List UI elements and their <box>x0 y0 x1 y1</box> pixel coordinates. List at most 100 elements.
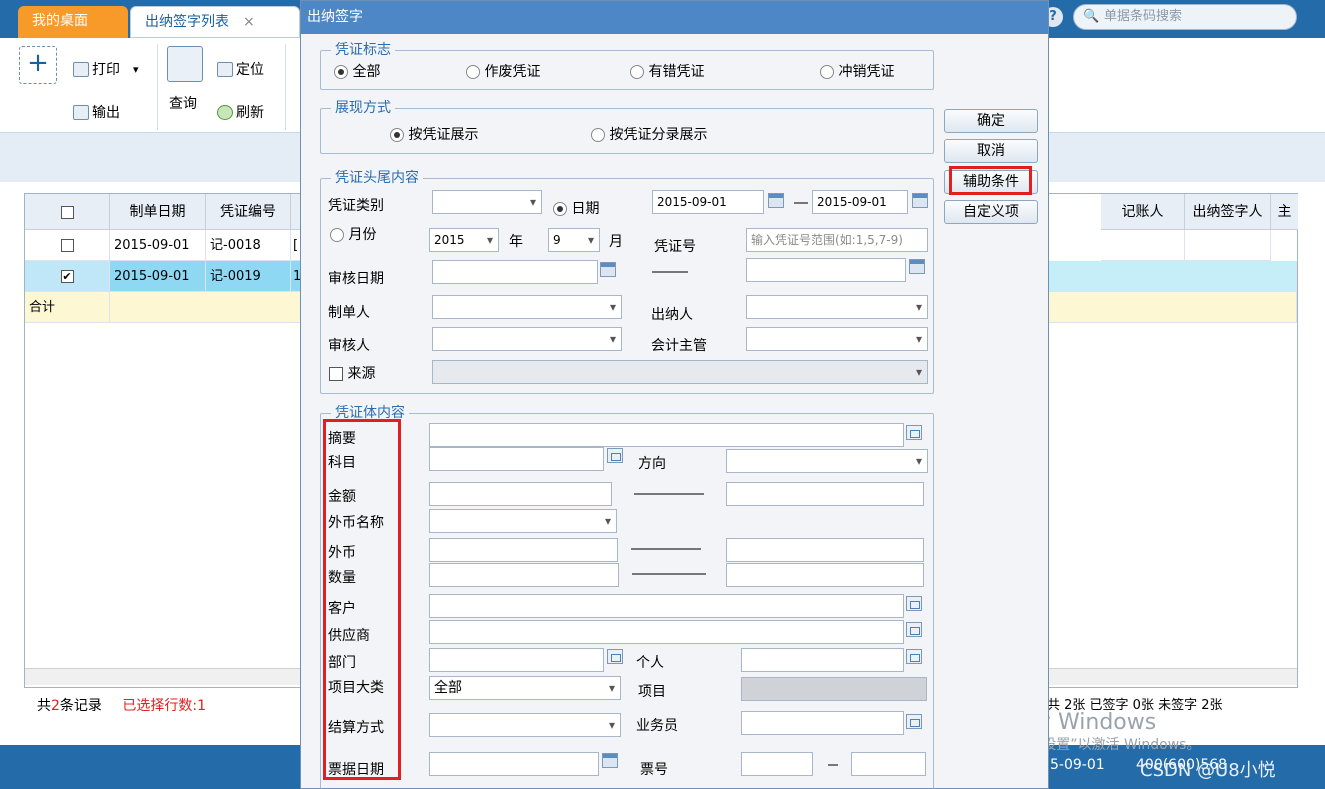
chevron-down-icon[interactable]: ▾ <box>133 63 139 76</box>
year-select[interactable]: 2015 <box>429 228 499 252</box>
table-cell[interactable]: 2015-09-01 <box>110 230 206 261</box>
checkbox-icon[interactable] <box>329 367 343 381</box>
calendar-icon[interactable] <box>768 193 784 208</box>
person-input[interactable] <box>741 648 904 672</box>
calendar-icon[interactable] <box>600 262 616 277</box>
subject-input[interactable] <box>429 447 604 471</box>
bill-date-input[interactable] <box>429 752 599 776</box>
dept-input[interactable] <box>429 648 604 672</box>
output-button[interactable]: 输出 <box>73 102 120 122</box>
table-cell[interactable] <box>1047 261 1297 292</box>
radio-icon[interactable] <box>553 202 567 216</box>
cashier-label: 出纳人 <box>651 307 693 323</box>
search-input[interactable]: 🔍 单据条码搜索 <box>1073 4 1297 30</box>
radio-icon[interactable] <box>591 128 605 142</box>
currency-name-select[interactable] <box>429 509 617 533</box>
foreign-from[interactable] <box>429 538 618 562</box>
tab-cashier-sign-list[interactable]: 出纳签字列表 × <box>130 6 300 38</box>
radio-icon[interactable] <box>330 228 344 242</box>
refresh-button[interactable]: 刷新 <box>217 102 264 122</box>
direction-label: 方向 <box>638 456 666 472</box>
column-header[interactable]: 主 <box>1271 194 1298 230</box>
column-header[interactable]: 记账人 <box>1101 194 1185 230</box>
voucher-no-input[interactable]: 输入凭证号范围(如:1,5,7-9) <box>746 228 928 252</box>
amount-from[interactable] <box>429 482 612 506</box>
amount-to[interactable] <box>726 482 924 506</box>
custom-item-button[interactable]: 自定义项 <box>944 200 1038 224</box>
table-cell[interactable] <box>1185 230 1271 261</box>
maker-select[interactable] <box>432 295 622 319</box>
radio-month[interactable]: 月份 <box>330 224 376 244</box>
salesman-input[interactable] <box>741 711 904 735</box>
date-from-input[interactable]: 2015-09-01 <box>652 190 764 214</box>
radio-icon[interactable] <box>630 65 644 79</box>
reference-icon[interactable] <box>906 649 922 664</box>
radio-by-entry[interactable]: 按凭证分录展示 <box>591 124 707 144</box>
audit-date-from[interactable] <box>432 260 598 284</box>
cashier-select[interactable] <box>746 295 928 319</box>
reference-icon[interactable] <box>906 425 922 440</box>
quantity-from[interactable] <box>429 563 619 587</box>
radio-error[interactable]: 有错凭证 <box>630 61 704 81</box>
locate-button[interactable]: 定位 <box>217 59 264 79</box>
calendar-icon[interactable] <box>909 259 925 274</box>
radio-icon[interactable] <box>390 128 404 142</box>
radio-reversal[interactable]: 冲销凭证 <box>820 61 894 81</box>
quantity-to[interactable] <box>726 563 924 587</box>
month-select[interactable]: 9 <box>548 228 600 252</box>
reference-icon[interactable] <box>906 622 922 637</box>
table-cell[interactable]: 2015-09-01 <box>110 261 206 292</box>
summary-input[interactable] <box>429 423 904 447</box>
table-cell[interactable]: 记-0019 <box>206 261 291 292</box>
query-icon[interactable] <box>167 46 203 82</box>
radio-icon[interactable] <box>466 65 480 79</box>
radio-icon[interactable] <box>820 65 834 79</box>
header-select-all[interactable] <box>25 194 110 230</box>
print-button[interactable]: 打印 ▾ <box>73 59 139 79</box>
ok-button[interactable]: 确定 <box>944 109 1038 133</box>
supplier-input[interactable] <box>429 620 904 644</box>
add-button[interactable]: + <box>19 46 57 84</box>
close-icon[interactable]: × <box>243 14 255 30</box>
cancel-button[interactable]: 取消 <box>944 139 1038 163</box>
customer-input[interactable] <box>429 594 904 618</box>
radio-label: 按凭证展示 <box>408 127 479 143</box>
source-checkbox[interactable]: 来源 <box>329 363 375 383</box>
radio-all[interactable]: 全部 <box>334 61 380 81</box>
column-header[interactable]: 凭证编号 <box>206 194 291 230</box>
bill-no-from[interactable] <box>741 752 813 776</box>
column-header[interactable]: 制单日期 <box>110 194 206 230</box>
tab-my-desktop[interactable]: 我的桌面 <box>18 6 128 38</box>
calendar-icon[interactable] <box>912 193 928 208</box>
table-cell[interactable] <box>1101 230 1185 261</box>
foreign-to[interactable] <box>726 538 924 562</box>
query-label[interactable]: 查询 <box>169 93 197 113</box>
toolbar-divider <box>157 44 158 130</box>
project-class-select[interactable]: 全部 <box>429 676 621 700</box>
reference-icon[interactable] <box>607 649 623 664</box>
column-header[interactable]: 出纳签字人 <box>1185 194 1271 230</box>
audit-date-to[interactable] <box>746 258 906 282</box>
voucher-type-select[interactable] <box>432 190 542 214</box>
supervisor-select[interactable] <box>746 327 928 351</box>
row-checkbox[interactable] <box>60 239 74 252</box>
row-checkbox-cell[interactable]: ✔ <box>25 261 110 292</box>
radio-date[interactable]: 日期 <box>553 198 599 218</box>
calendar-icon[interactable] <box>602 753 618 768</box>
radio-icon[interactable] <box>334 65 348 79</box>
reference-icon[interactable] <box>906 714 922 729</box>
row-checkbox[interactable]: ✔ <box>60 270 74 283</box>
date-to-input[interactable]: 2015-09-01 <box>812 190 908 214</box>
settle-select[interactable] <box>429 713 621 737</box>
bill-no-to[interactable] <box>851 752 926 776</box>
table-cell[interactable]: 记-0018 <box>206 230 291 261</box>
locate-label: 定位 <box>236 62 264 78</box>
auditor-select[interactable] <box>432 327 622 351</box>
radio-by-voucher[interactable]: 按凭证展示 <box>390 124 478 144</box>
reference-icon[interactable] <box>607 448 623 463</box>
select-all-checkbox[interactable] <box>60 205 74 219</box>
radio-void[interactable]: 作废凭证 <box>466 61 540 81</box>
row-checkbox-cell[interactable] <box>25 230 110 261</box>
direction-select[interactable] <box>726 449 928 473</box>
reference-icon[interactable] <box>906 596 922 611</box>
